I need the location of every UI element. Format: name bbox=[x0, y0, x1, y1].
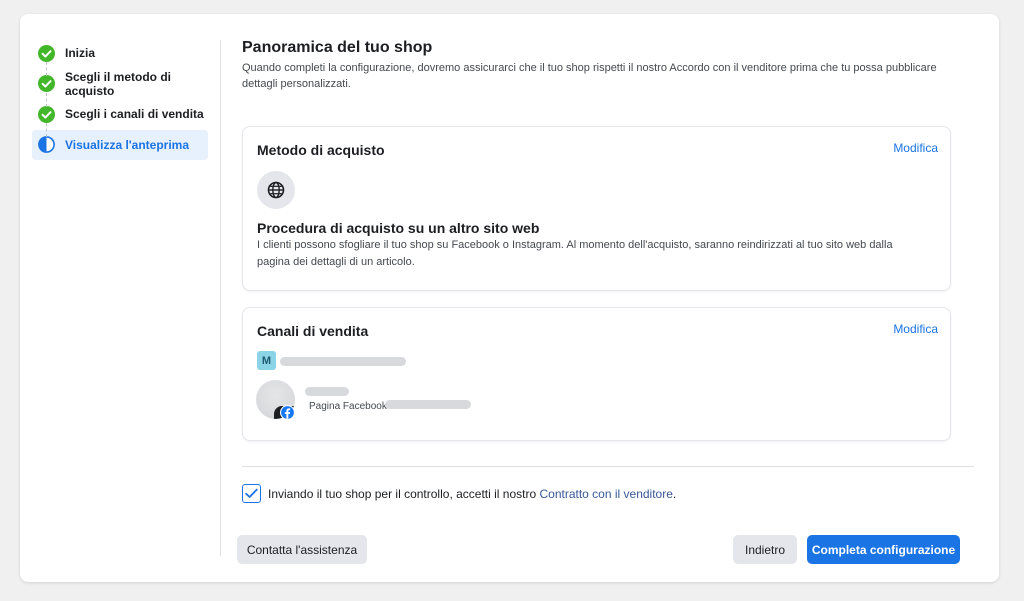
page-subtitle: Quando completi la configurazione, dovre… bbox=[242, 62, 937, 90]
seller-agreement-link[interactable]: Contratto con il venditore bbox=[539, 487, 672, 501]
agreement-checkbox[interactable] bbox=[242, 484, 261, 503]
globe-icon bbox=[257, 171, 295, 209]
page-avatar bbox=[256, 380, 295, 420]
step-canali-vendita[interactable]: Scegli i canali di vendita bbox=[32, 99, 208, 129]
half-circle-progress-icon bbox=[38, 136, 55, 153]
redacted-account-name bbox=[280, 357, 406, 366]
facebook-icon bbox=[280, 405, 295, 420]
redacted-page-handle bbox=[385, 400, 471, 409]
purchase-method-title: Metodo di acquisto bbox=[257, 142, 385, 158]
check-circle-icon bbox=[38, 44, 55, 62]
commerce-account-badge: M bbox=[257, 351, 276, 370]
edit-sales-channels-link[interactable]: Modifica bbox=[893, 322, 938, 336]
step-label: Visualizza l'anteprima bbox=[65, 137, 190, 152]
step-connector bbox=[46, 62, 47, 76]
check-circle-icon bbox=[38, 75, 55, 92]
step-label: Inizia bbox=[65, 46, 96, 60]
sidebar-divider bbox=[220, 40, 221, 556]
purchase-option-description: I clienti possono sfogliare il tuo shop … bbox=[257, 239, 893, 268]
setup-stepper: Inizia Scegli il metodo di acquisto Sceg… bbox=[32, 38, 208, 160]
step-connector bbox=[46, 123, 47, 137]
checkmark-icon bbox=[245, 488, 258, 498]
agreement-text: Inviando il tuo shop per il controllo, a… bbox=[268, 486, 677, 501]
edit-purchase-method-link[interactable]: Modifica bbox=[893, 141, 938, 155]
step-label: Scegli il metodo di acquisto bbox=[65, 69, 172, 98]
step-anteprima[interactable]: Visualizza l'anteprima bbox=[32, 129, 208, 160]
main-content: Panoramica del tuo shop Quando completi … bbox=[237, 38, 974, 564]
back-button[interactable]: Indietro bbox=[733, 535, 797, 564]
step-connector bbox=[46, 93, 47, 107]
page-type-label: Pagina Facebook· bbox=[309, 401, 391, 412]
purchase-option-title: Procedura di acquisto su un altro sito w… bbox=[257, 220, 540, 236]
complete-setup-button[interactable]: Completa configurazione bbox=[807, 535, 960, 564]
step-inizia[interactable]: Inizia bbox=[32, 38, 208, 68]
sales-channels-title: Canali di vendita bbox=[257, 323, 369, 339]
setup-card: Inizia Scegli il metodo di acquisto Sceg… bbox=[20, 14, 999, 582]
redacted-page-name bbox=[305, 387, 349, 396]
purchase-method-card: Metodo di acquisto Modifica Procedura di… bbox=[242, 126, 951, 291]
check-circle-icon bbox=[38, 105, 55, 123]
step-metodo-acquisto[interactable]: Scegli il metodo di acquisto bbox=[32, 69, 208, 99]
agreement-row: Inviando il tuo shop per il controllo, a… bbox=[242, 484, 676, 503]
page-title: Panoramica del tuo shop bbox=[242, 39, 433, 56]
contact-support-button[interactable]: Contatta l'assistenza bbox=[237, 535, 367, 564]
section-divider bbox=[242, 466, 974, 467]
step-label: Scegli i canali di vendita bbox=[65, 107, 204, 121]
sales-channels-card: Canali di vendita Modifica M Pagina Face… bbox=[242, 307, 951, 441]
